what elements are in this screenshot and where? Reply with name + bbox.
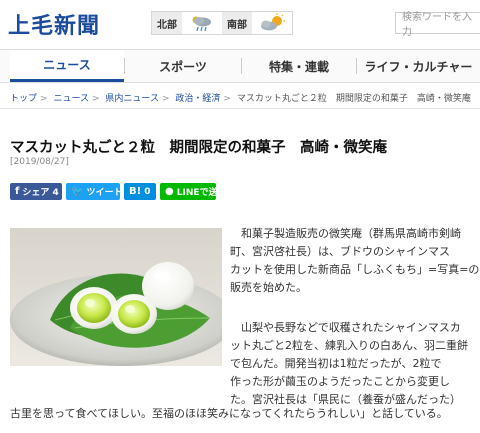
twitter-share-button[interactable]: 🐦 ツイート <box>66 183 123 200</box>
tab-sports[interactable]: スポーツ <box>125 50 241 82</box>
article-photo[interactable] <box>10 228 222 366</box>
paragraph-line: 山梨や長野などで収穫されたシャインマスカ <box>241 321 461 334</box>
line-icon: ● <box>165 186 174 197</box>
paragraph-line: 和菓子製造販売の微笑庵（群馬県高崎市剣崎 <box>241 227 461 240</box>
article-date: [2019/08/27] <box>10 157 69 167</box>
breadcrumb-local-news[interactable]: 県内ニュース <box>105 94 159 104</box>
hatena-bookmark-button[interactable]: B! 0 <box>124 183 156 200</box>
site-logo[interactable]: 上毛新聞 <box>8 8 100 40</box>
facebook-share-label: シェア 4 <box>22 188 59 198</box>
twitter-icon: 🐦 <box>71 186 84 197</box>
paragraph-line: カットを使用した新商品「しふくもち」=写真=の <box>230 263 480 276</box>
cloud-sun-icon <box>252 12 292 34</box>
tab-features[interactable]: 特集・連載 <box>242 50 356 82</box>
facebook-icon: f <box>15 186 20 197</box>
article-paragraph-1: 和菓子製造販売の微笑庵（群馬県高崎市剣崎 町、宮沢啓社長）は、ブドウのシャインマ… <box>230 225 480 297</box>
tab-news[interactable]: ニュース <box>10 50 124 82</box>
breadcrumb-top[interactable]: トップ <box>10 94 37 104</box>
site-header: 上毛新聞 北部 南部 検索ワードを入力 <box>0 0 480 44</box>
divider <box>0 108 480 109</box>
paragraph-line: で包んだ。開発当初は1粒だったが、2粒で <box>230 357 442 370</box>
main-nav: ニュース スポーツ 特集・連載 ライフ・カルチャー <box>0 49 480 83</box>
weather-region-north[interactable]: 北部 <box>152 12 182 34</box>
article-paragraph-3: 古里を思って食べてほしい。至福のほほ笑みになってくれたらうれしい」と話している。 <box>10 407 448 420</box>
article-paragraph-2: 山梨や長野などで収穫されたシャインマスカ ット丸ごと2粒を、練乳入りの白あん、羽… <box>230 319 476 409</box>
breadcrumb-politics-economy[interactable]: 政治・経済 <box>175 94 220 104</box>
hatena-count: 0 <box>144 186 151 197</box>
facebook-share-button[interactable]: f シェア 4 <box>10 183 62 200</box>
breadcrumb-news[interactable]: ニュース <box>53 94 89 104</box>
paragraph-line: 販売を始めた。 <box>230 281 307 294</box>
article-title: マスカット丸ごと２粒 期間限定の和菓子 高崎・微笑庵 <box>10 140 387 156</box>
paragraph-line: ット丸ごと2粒を、練乳入りの白あん、羽二重餅 <box>230 339 468 352</box>
weather-region-south[interactable]: 南部 <box>222 12 252 34</box>
breadcrumb-current: マスカット丸ごと２粒 期間限定の和菓子 高崎・微笑庵 <box>236 94 471 104</box>
weather-widget: 北部 南部 <box>151 11 293 35</box>
tab-life-culture[interactable]: ライフ・カルチャー <box>357 50 480 82</box>
paragraph-line: 作った形が繭玉のようだったことから変更し <box>230 375 450 388</box>
twitter-share-label: ツイート <box>86 188 123 198</box>
line-share-label: LINEで送る <box>176 188 227 198</box>
breadcrumb: トップ > ニュース > 県内ニュース > 政治・経済 > マスカット丸ごと２粒 期間限… <box>10 94 471 104</box>
hatena-bookmark-icon: B! <box>129 186 142 197</box>
paragraph-line: 町、宮沢啓社長）は、ブドウのシャインマス <box>230 245 450 258</box>
line-share-button[interactable]: ● LINEで送る <box>160 183 227 200</box>
cloud-rain-icon <box>182 12 222 34</box>
search-input[interactable]: 検索ワードを入力 <box>395 12 480 38</box>
